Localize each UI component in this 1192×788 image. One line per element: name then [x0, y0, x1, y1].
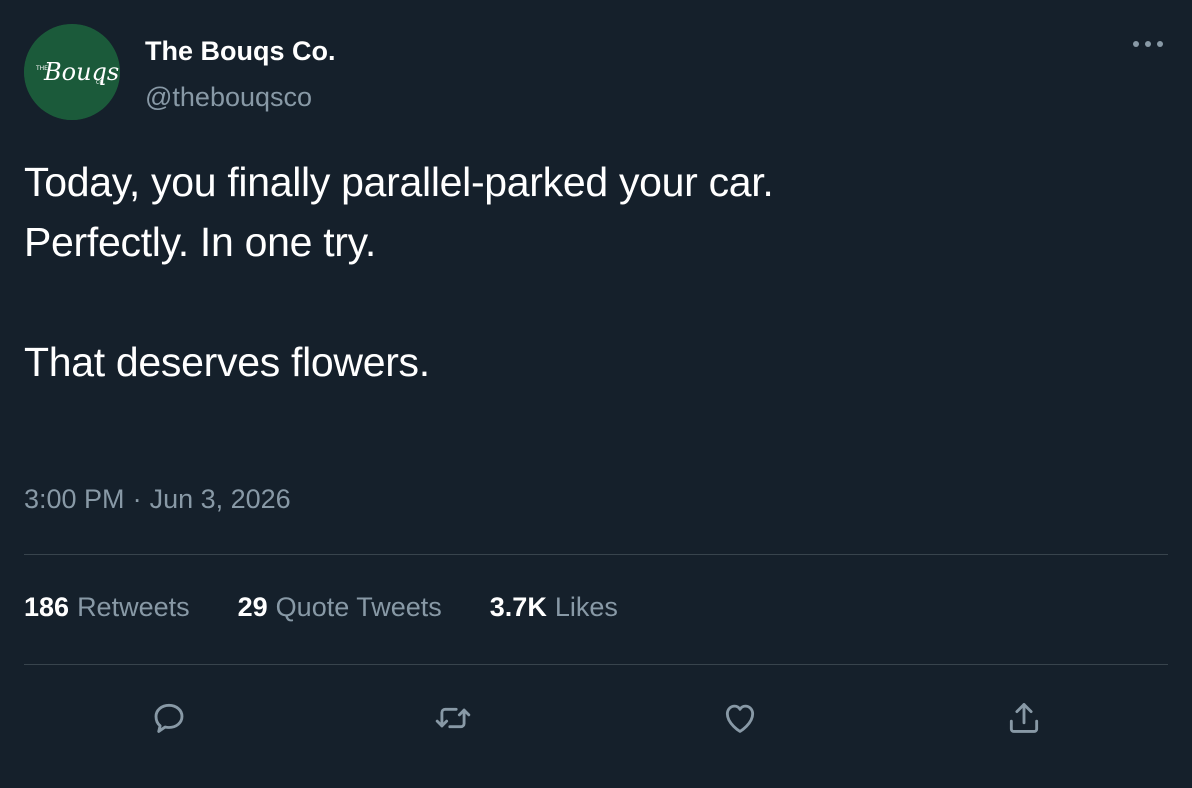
- retweet-icon: [435, 707, 471, 729]
- more-options-icon: [1133, 41, 1163, 47]
- bouqs-logo-icon: THE Bouqs CO.: [24, 24, 120, 120]
- likes-label: Likes: [554, 592, 618, 622]
- quote-tweets-stat[interactable]: 29 Quote Tweets: [238, 592, 442, 623]
- tweet-text: Today, you finally parallel-parked your …: [24, 159, 774, 385]
- likes-stat[interactable]: 3.7K Likes: [490, 592, 618, 623]
- tweet-time: 3:00 PM: [24, 484, 125, 514]
- action-bar: [0, 690, 1192, 746]
- timestamp-separator: ·: [132, 484, 142, 514]
- retweets-label: Retweets: [77, 592, 190, 622]
- like-button[interactable]: [712, 690, 768, 746]
- user-handle[interactable]: @thebouqsco: [145, 82, 312, 113]
- svg-text:Bouqs: Bouqs: [43, 58, 119, 86]
- engagement-stats: 186 Retweets 29 Quote Tweets 3.7K Likes: [24, 592, 666, 623]
- retweets-count: 186: [24, 592, 70, 622]
- more-options-button[interactable]: [1128, 30, 1168, 58]
- quote-tweets-label: Quote Tweets: [275, 592, 442, 622]
- reply-icon: [154, 703, 184, 733]
- likes-count: 3.7K: [489, 592, 547, 622]
- tweet-timestamp[interactable]: 3:00 PM · Jun 3, 2026: [24, 484, 291, 515]
- quote-tweets-count: 29: [237, 592, 268, 622]
- tweet-date: Jun 3, 2026: [149, 484, 291, 514]
- retweets-stat[interactable]: 186 Retweets: [24, 592, 190, 623]
- heart-icon: [725, 704, 755, 733]
- divider: [24, 554, 1168, 555]
- svg-text:CO.: CO.: [96, 80, 105, 86]
- share-button[interactable]: [996, 690, 1052, 746]
- retweet-button[interactable]: [425, 690, 481, 746]
- share-icon: [1009, 703, 1039, 733]
- tweet-card: THE Bouqs CO. The Bouqs Co. @thebouqsco …: [0, 0, 1192, 788]
- divider: [24, 664, 1168, 665]
- avatar[interactable]: THE Bouqs CO.: [24, 24, 120, 120]
- reply-button[interactable]: [141, 690, 197, 746]
- display-name[interactable]: The Bouqs Co.: [145, 36, 336, 67]
